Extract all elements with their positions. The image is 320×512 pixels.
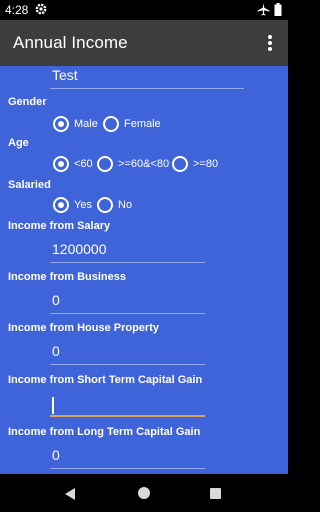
- age-over-80-label: >=80: [193, 158, 219, 170]
- radio-selected-icon: [53, 156, 69, 172]
- radio-unselected-icon: [172, 156, 188, 172]
- long-term-gain-input[interactable]: 0: [50, 447, 205, 469]
- back-icon[interactable]: [64, 487, 78, 501]
- status-bar: 4:28: [0, 0, 288, 20]
- age-over-80-radio[interactable]: >=80: [172, 156, 218, 172]
- salaried-yes-radio[interactable]: Yes: [53, 197, 92, 213]
- app-bar: Annual Income: [0, 20, 288, 66]
- age-label: Age: [8, 137, 29, 149]
- salaried-no-label: No: [118, 199, 133, 211]
- name-field[interactable]: Test: [50, 67, 244, 89]
- radio-unselected-icon: [97, 156, 113, 172]
- age-under-60-label: <60: [74, 158, 93, 170]
- business-label: Income from Business: [8, 271, 126, 283]
- radio-selected-icon: [53, 197, 69, 213]
- overflow-menu-icon[interactable]: [262, 33, 278, 53]
- page-title: Annual Income: [13, 33, 128, 52]
- navigation-bar: [0, 474, 288, 512]
- gender-male-radio[interactable]: Male: [53, 116, 98, 132]
- salary-input[interactable]: 1200000: [50, 241, 205, 263]
- airplane-mode-icon: [257, 3, 270, 16]
- salaried-no-radio[interactable]: No: [97, 197, 132, 213]
- recents-icon[interactable]: [210, 488, 221, 499]
- battery-icon: [274, 3, 282, 16]
- gender-female-radio[interactable]: Female: [103, 116, 161, 132]
- radio-selected-icon: [53, 116, 69, 132]
- gender-female-label: Female: [124, 118, 161, 130]
- salaried-label: Salaried: [8, 179, 51, 191]
- text-cursor: [52, 397, 54, 414]
- status-time: 4:28: [5, 3, 29, 17]
- radio-unselected-icon: [97, 197, 113, 213]
- salaried-yes-label: Yes: [74, 199, 92, 211]
- business-input[interactable]: 0: [50, 292, 205, 314]
- long-term-gain-label: Income from Long Term Capital Gain: [8, 426, 201, 438]
- house-property-label: Income from House Property: [8, 322, 159, 334]
- radio-unselected-icon: [103, 116, 119, 132]
- home-icon[interactable]: [138, 487, 150, 499]
- income-form: Test Gender Male Female Age <60 >=60&<80…: [0, 66, 288, 474]
- salary-label: Income from Salary: [8, 220, 111, 232]
- short-term-gain-label: Income from Short Term Capital Gain: [8, 374, 203, 386]
- gender-male-label: Male: [74, 118, 98, 130]
- age-under-60-radio[interactable]: <60: [53, 156, 93, 172]
- age-60-to-80-label: >=60&<80: [118, 158, 170, 170]
- house-property-input[interactable]: 0: [50, 343, 205, 365]
- short-term-gain-input[interactable]: [50, 395, 205, 417]
- settings-gear-icon: [35, 3, 47, 15]
- age-60-to-80-radio[interactable]: >=60&<80: [97, 156, 169, 172]
- gender-label: Gender: [8, 96, 47, 108]
